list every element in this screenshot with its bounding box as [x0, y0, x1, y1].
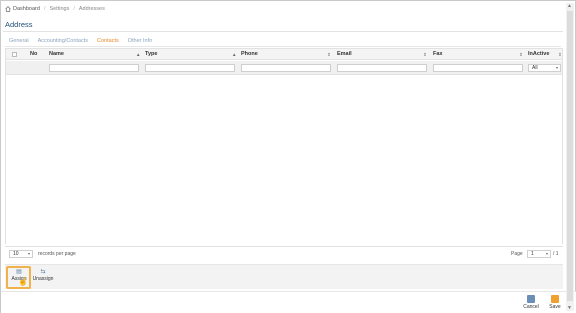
cancel-button[interactable]: Cancel — [522, 295, 540, 313]
tab-contacts[interactable]: Contacts — [97, 38, 119, 44]
filter-fax-input[interactable] — [433, 64, 523, 72]
column-header-phone[interactable]: Phone — [241, 49, 258, 60]
scroll-up-icon[interactable]: ▲ — [567, 3, 572, 9]
tab-other-info[interactable]: Other Info — [128, 38, 152, 44]
sort-asc-icon[interactable]: ▲ — [232, 49, 236, 60]
filter-phone-input[interactable] — [241, 64, 331, 72]
breadcrumb: Dashboard / Settings / Addresses — [5, 4, 105, 13]
records-per-page-label: records per page — [38, 251, 76, 257]
sort-both-icon[interactable]: ⇕ — [423, 49, 427, 60]
page-title: Address — [5, 20, 33, 29]
scrollbar-thumb[interactable] — [567, 11, 573, 301]
breadcrumb-item-dashboard[interactable]: Dashboard — [13, 6, 40, 12]
page-number-select[interactable]: 1 ▾ — [527, 250, 551, 258]
breadcrumb-home[interactable]: Dashboard — [5, 6, 40, 12]
footer-bar: Cancel Save — [1, 291, 576, 313]
column-header-name[interactable]: Name — [49, 49, 64, 60]
tab-accounting-contacts[interactable]: Accounting/Contacts — [38, 38, 88, 44]
filter-name-input[interactable] — [49, 64, 139, 72]
page-label: Page — [511, 251, 523, 257]
cancel-label: Cancel — [523, 304, 539, 310]
sort-both-icon[interactable]: ⇕ — [558, 49, 562, 60]
breadcrumb-item-settings[interactable]: Settings — [49, 6, 69, 12]
column-header-no[interactable]: No — [30, 49, 37, 60]
tabs-divider — [5, 46, 561, 47]
breadcrumb-item-addresses: Addresses — [78, 5, 105, 12]
hand-cursor-icon: ☝ — [18, 277, 28, 286]
save-button[interactable]: Save — [546, 295, 564, 313]
unassign-button[interactable]: ⇆ Unassign — [32, 268, 54, 288]
sort-both-icon[interactable]: ⇕ — [327, 49, 331, 60]
filter-type-input[interactable] — [145, 64, 235, 72]
breadcrumb-separator: / — [73, 5, 75, 12]
breadcrumb-separator: / — [43, 5, 46, 12]
home-icon — [5, 5, 11, 12]
column-header-fax[interactable]: Fax — [433, 49, 442, 60]
page-size-select[interactable]: 10 ▾ — [9, 250, 33, 258]
chevron-down-icon: ▾ — [555, 65, 558, 70]
grid-header-row: No Name ▲ Type ▲ Phone ⇕ Email ⇕ Fax ⇕ I… — [6, 49, 562, 60]
action-toolbar: ▤ Assign ⇆ Unassign ☝ — [5, 264, 563, 289]
app-window: Dashboard / Settings / Addresses Address… — [0, 0, 576, 313]
cancel-icon — [527, 295, 535, 303]
save-icon — [551, 295, 559, 303]
unassign-icon: ⇆ — [40, 269, 46, 275]
grid-filter-row: All ▾ — [6, 61, 562, 75]
assign-icon: ▤ — [16, 269, 22, 275]
chevron-down-icon: ▾ — [545, 251, 548, 256]
unassign-label: Unassign — [32, 276, 54, 282]
page-number-value: 1 — [531, 251, 534, 257]
scroll-down-icon[interactable]: ▼ — [567, 305, 572, 311]
sort-both-icon[interactable]: ⇕ — [519, 49, 523, 60]
grid-body — [6, 76, 562, 244]
tab-general[interactable]: General — [9, 38, 29, 44]
filter-inactive-value: All — [532, 65, 538, 71]
page-size-value: 10 — [13, 251, 19, 257]
title-divider — [3, 31, 563, 32]
vertical-scrollbar[interactable]: ▲ ▼ — [566, 3, 574, 311]
filter-inactive-select[interactable]: All ▾ — [528, 64, 561, 72]
page-total: / 1 — [553, 251, 559, 257]
chevron-down-icon: ▾ — [27, 251, 30, 256]
tab-bar: General Accounting/Contacts Contacts Oth… — [9, 38, 152, 44]
column-header-type[interactable]: Type — [145, 49, 157, 60]
column-header-inactive[interactable]: InActive — [528, 49, 549, 60]
pager: 10 ▾ records per page Page 1 ▾ / 1 — [5, 246, 563, 260]
save-label: Save — [549, 304, 561, 310]
contacts-grid: No Name ▲ Type ▲ Phone ⇕ Email ⇕ Fax ⇕ I… — [5, 48, 563, 244]
select-all-checkbox[interactable] — [12, 52, 17, 57]
filter-email-input[interactable] — [337, 64, 427, 72]
sort-asc-icon[interactable]: ▲ — [136, 49, 140, 60]
column-header-email[interactable]: Email — [337, 49, 352, 60]
